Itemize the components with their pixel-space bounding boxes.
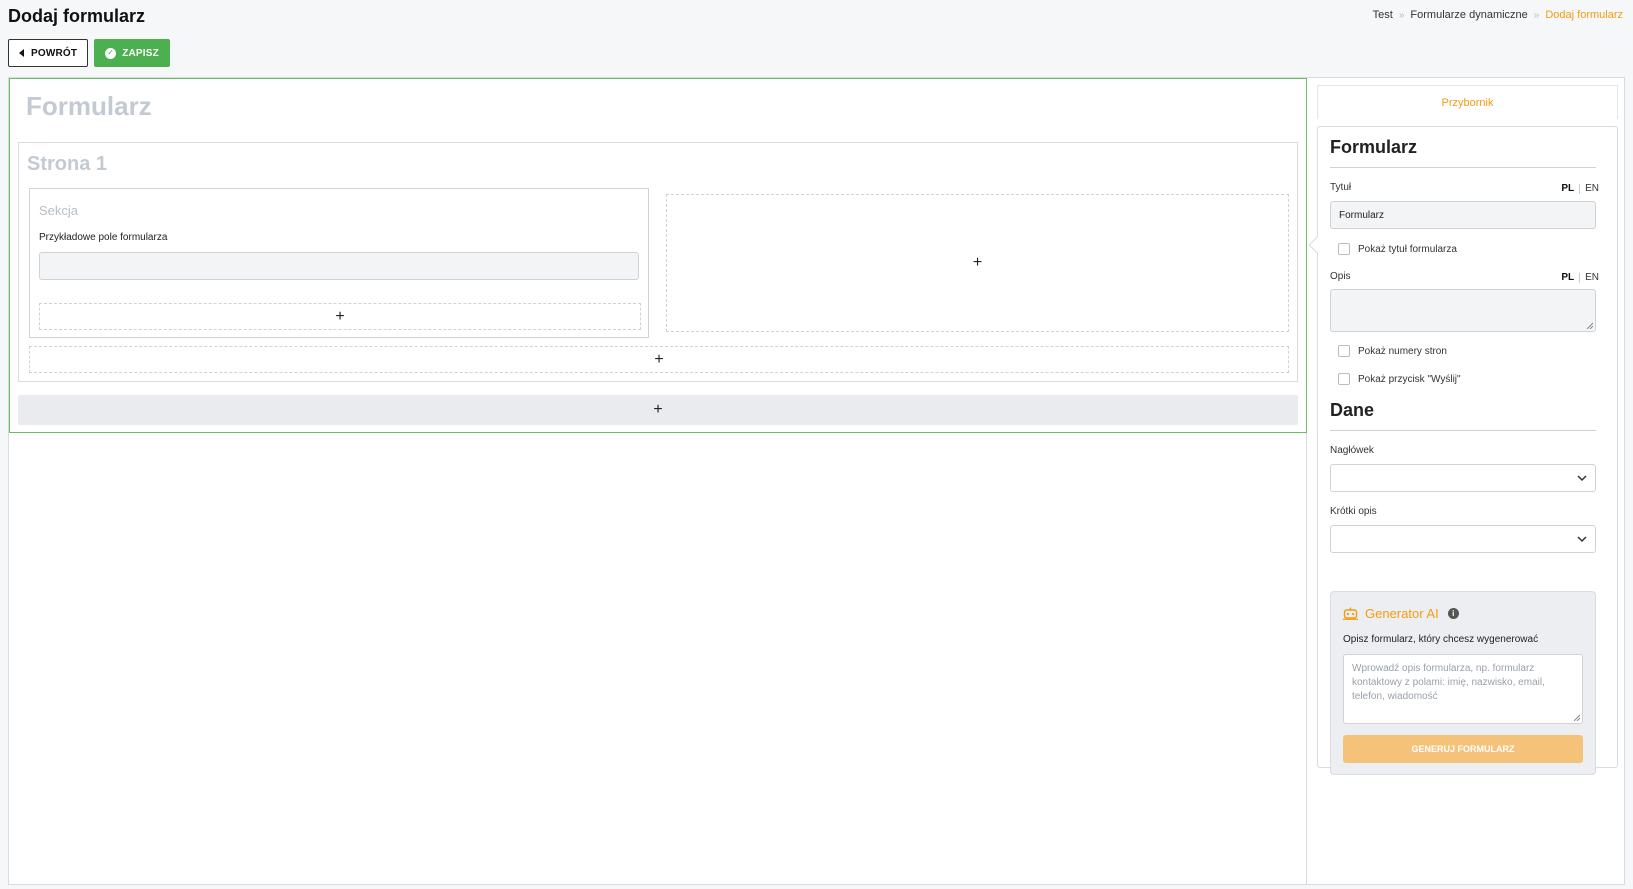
- tab-toolbox[interactable]: Przybornik: [1317, 85, 1618, 119]
- form-title[interactable]: Formularz: [26, 91, 152, 122]
- breadcrumb-separator: »: [1398, 9, 1405, 21]
- lang-separator: [1579, 272, 1581, 283]
- ai-generator-box: Generator AI i Opisz formularz, który ch…: [1330, 591, 1596, 775]
- data-heading: Dane: [1330, 400, 1375, 420]
- info-icon[interactable]: i: [1447, 608, 1459, 619]
- properties-panel: Formularz Tytuł PL EN Formularz Pokaż ty…: [1308, 126, 1618, 775]
- lang-en-button[interactable]: EN: [1585, 272, 1599, 283]
- save-button[interactable]: ✓ ZAPISZ: [94, 39, 170, 67]
- robot-icon: [1343, 607, 1358, 620]
- resize-grip-icon[interactable]: [1586, 322, 1593, 329]
- lang-pl-button[interactable]: PL: [1561, 183, 1574, 194]
- breadcrumb-separator: »: [1533, 9, 1540, 21]
- sample-field-input[interactable]: [39, 252, 639, 280]
- back-button[interactable]: POWRÓT: [8, 39, 89, 67]
- description-language-switch: PL EN: [1561, 272, 1599, 283]
- page-title-label[interactable]: Strona 1: [27, 153, 107, 176]
- section-title[interactable]: Sekcja: [39, 203, 78, 218]
- breadcrumb-item-dynamic-forms[interactable]: Formularze dynamiczne: [1410, 9, 1527, 21]
- short-description-label: Krótki opis: [1330, 506, 1377, 517]
- title-label: Tytuł: [1330, 182, 1352, 193]
- ai-prompt-placeholder: Wprowadź opis formularza, np. formularz …: [1352, 663, 1545, 702]
- show-title-checkbox-row[interactable]: Pokaż tytuł formularza: [1338, 243, 1457, 255]
- ai-generator-title-text: Generator AI: [1365, 606, 1439, 621]
- toolbar: POWRÓT ✓ ZAPISZ: [8, 39, 170, 67]
- divider: [1330, 430, 1596, 431]
- show-page-numbers-checkbox[interactable]: [1338, 345, 1350, 357]
- title-input[interactable]: Formularz: [1330, 201, 1596, 229]
- breadcrumb-item-test[interactable]: Test: [1373, 9, 1393, 21]
- lang-separator: [1579, 183, 1581, 194]
- show-submit-label: Pokaż przycisk "Wyślij": [1358, 373, 1461, 385]
- add-page-button[interactable]: +: [18, 395, 1298, 425]
- form-canvas[interactable]: Formularz Strona 1 Sekcja Przykładowe po…: [9, 78, 1307, 433]
- chevron-down-icon: [1577, 475, 1587, 482]
- form-builder-workspace: Formularz Strona 1 Sekcja Przykładowe po…: [8, 77, 1625, 885]
- ai-generator-title: Generator AI i: [1343, 606, 1459, 621]
- add-section-column-button[interactable]: +: [666, 194, 1289, 332]
- short-description-select[interactable]: [1330, 525, 1596, 553]
- lang-pl-button[interactable]: PL: [1561, 272, 1574, 283]
- generate-form-button[interactable]: GENERUJ FORMULARZ: [1343, 735, 1583, 763]
- panel-pointer: [1308, 236, 1326, 254]
- save-button-label: ZAPISZ: [122, 47, 159, 59]
- ai-prompt-label: Opisz formularz, który chcesz wygenerowa…: [1343, 634, 1539, 645]
- sample-field-label: Przykładowe pole formularza: [39, 232, 168, 243]
- show-page-numbers-checkbox-row[interactable]: Pokaż numery stron: [1338, 345, 1447, 357]
- show-title-label: Pokaż tytuł formularza: [1358, 243, 1457, 255]
- description-label: Opis: [1330, 271, 1351, 282]
- breadcrumb: Test » Formularze dynamiczne » Dodaj for…: [1373, 9, 1623, 21]
- add-field-button[interactable]: +: [39, 303, 641, 330]
- ai-prompt-textarea[interactable]: Wprowadź opis formularza, np. formularz …: [1343, 654, 1583, 724]
- show-title-checkbox[interactable]: [1338, 243, 1350, 255]
- lang-en-button[interactable]: EN: [1585, 183, 1599, 194]
- caret-left-icon: [19, 49, 24, 57]
- form-page[interactable]: Strona 1 Sekcja Przykładowe pole formula…: [18, 142, 1298, 382]
- resize-grip-icon[interactable]: [1573, 714, 1580, 721]
- header-label: Nagłówek: [1330, 445, 1374, 456]
- show-submit-checkbox-row[interactable]: Pokaż przycisk "Wyślij": [1338, 373, 1461, 385]
- show-submit-checkbox[interactable]: [1338, 373, 1350, 385]
- check-circle-icon: ✓: [105, 47, 117, 59]
- description-textarea[interactable]: [1330, 289, 1596, 332]
- show-page-numbers-label: Pokaż numery stron: [1358, 345, 1447, 357]
- header-select[interactable]: [1330, 464, 1596, 492]
- page-title: Dodaj formularz: [8, 6, 146, 26]
- chevron-down-icon: [1577, 536, 1587, 543]
- form-properties-heading: Formularz: [1330, 137, 1418, 157]
- title-language-switch: PL EN: [1561, 183, 1599, 194]
- divider: [1330, 167, 1596, 168]
- add-section-row-button[interactable]: +: [29, 346, 1289, 373]
- form-section[interactable]: Sekcja Przykładowe pole formularza +: [29, 188, 649, 338]
- breadcrumb-item-current: Dodaj formularz: [1545, 9, 1623, 21]
- back-button-label: POWRÓT: [31, 47, 78, 59]
